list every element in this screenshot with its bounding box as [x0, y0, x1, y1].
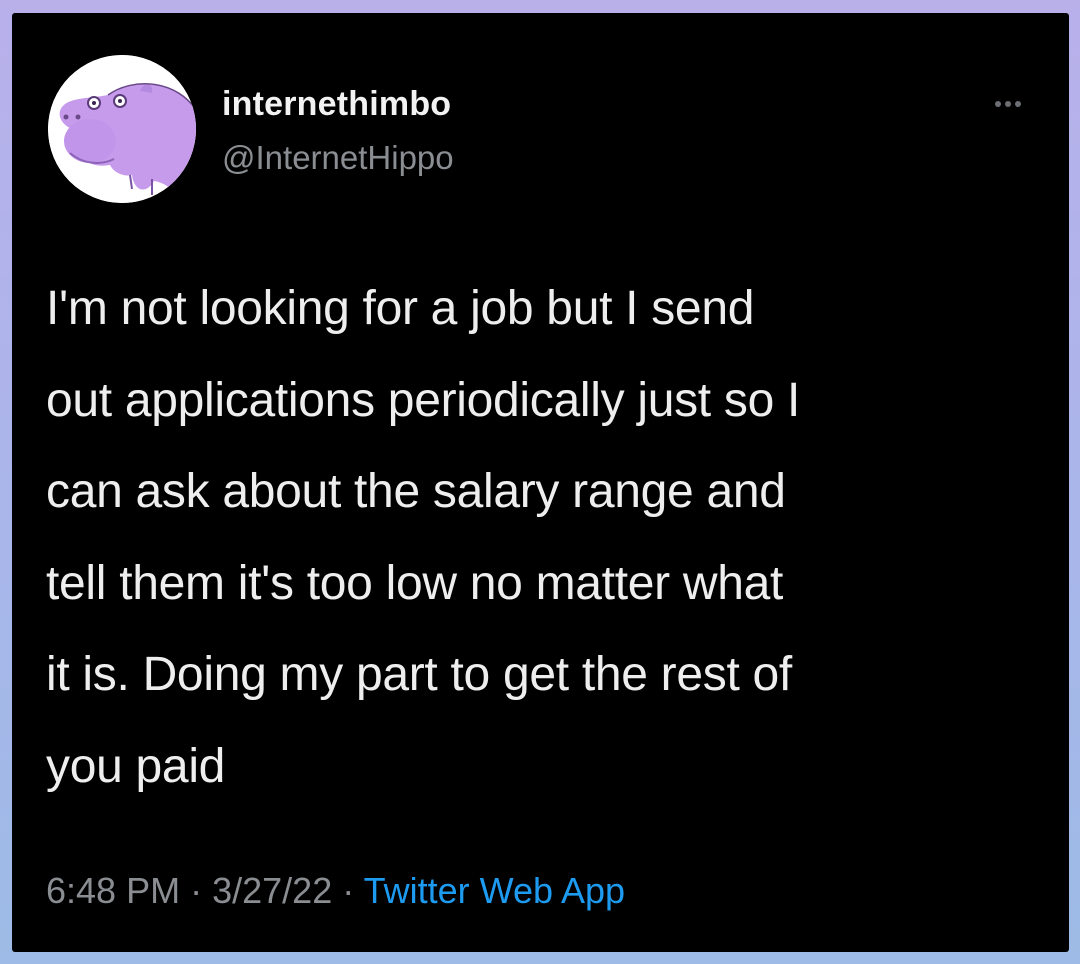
- separator: ·: [190, 870, 203, 911]
- more-options-icon-dot: [1005, 101, 1011, 107]
- display-name[interactable]: internethimbo: [222, 85, 451, 124]
- more-options-button[interactable]: [980, 91, 1036, 117]
- tweet-card: internethimbo @InternetHippo I'm not loo…: [12, 13, 1069, 952]
- tweet-date[interactable]: 3/27/22: [212, 870, 332, 911]
- tweet-text-line: can ask about the salary range and: [46, 465, 786, 518]
- tweet-text-line: you paid: [46, 739, 226, 793]
- separator: ·: [342, 870, 355, 911]
- tweet-metadata: 6:48 PM · 3/27/22 · Twitter Web App: [46, 870, 625, 912]
- hippo-avatar-icon: [48, 55, 196, 203]
- avatar[interactable]: [48, 55, 196, 203]
- user-handle[interactable]: @InternetHippo: [222, 139, 454, 177]
- more-options-icon-dot: [1015, 101, 1021, 107]
- tweet-time[interactable]: 6:48 PM: [46, 870, 180, 911]
- tweet-text-line: I'm not looking for a job but I send: [46, 282, 755, 335]
- more-options-icon: [995, 101, 1001, 107]
- tweet-text: I'm not looking for a job but I send out…: [46, 263, 1046, 812]
- tweet-text-line: out applications periodically just so I: [46, 373, 801, 427]
- tweet-text-line: it is. Doing my part to get the rest of: [46, 648, 792, 701]
- tweet-source-link[interactable]: Twitter Web App: [364, 870, 625, 911]
- tweet-text-line: tell them it's too low no matter what: [46, 556, 784, 610]
